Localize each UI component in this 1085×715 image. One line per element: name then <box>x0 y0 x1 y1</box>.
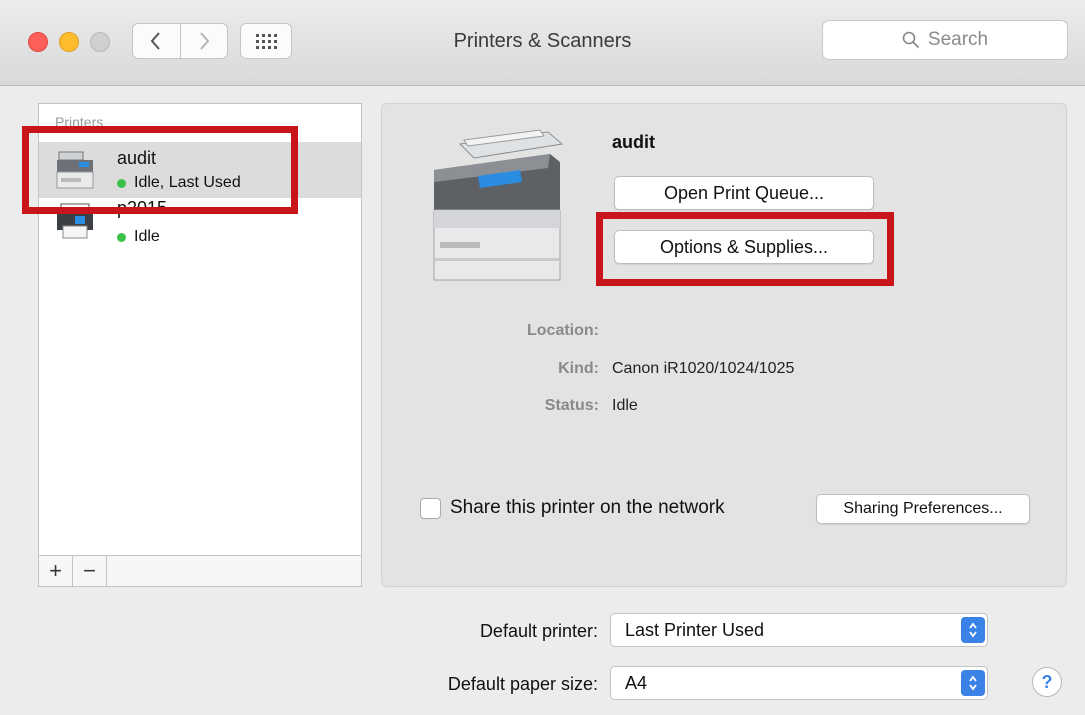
highlight-box-options <box>596 212 894 286</box>
sharing-preferences-button[interactable]: Sharing Preferences... <box>816 494 1030 524</box>
remove-printer-button[interactable]: − <box>73 556 107 586</box>
printer-list-footer: + − <box>38 555 362 587</box>
select-stepper-icon <box>961 670 985 696</box>
search-placeholder: Search <box>927 29 989 50</box>
default-printer-value: Last Printer Used <box>625 619 765 640</box>
selected-printer-name: audit <box>612 132 655 152</box>
default-paper-size-value: A4 <box>625 672 648 693</box>
printer-large-icon <box>433 129 564 281</box>
default-printer-select[interactable]: Last Printer Used <box>610 613 988 647</box>
share-printer-label: Share this printer on the network <box>450 497 725 518</box>
highlight-box-printer <box>22 126 298 214</box>
status-value: Idle <box>612 397 638 414</box>
search-icon <box>902 31 920 49</box>
add-printer-button[interactable]: + <box>39 556 73 586</box>
default-paper-size-label: Default paper size: <box>447 674 598 694</box>
status-dot-icon <box>117 232 126 242</box>
search-field[interactable]: Search <box>822 20 1068 60</box>
kind-value: Canon iR1020/1024/1025 <box>612 360 795 377</box>
status-label: Status: <box>544 397 599 414</box>
toolbar: Printers & Scanners Search <box>0 0 1085 86</box>
printer-status-text: Idle <box>134 228 160 245</box>
kind-label: Kind: <box>558 360 599 377</box>
open-print-queue-button[interactable]: Open Print Queue... <box>614 176 874 210</box>
share-printer-checkbox[interactable] <box>420 498 441 519</box>
printer-status: Idle <box>117 228 160 246</box>
default-printer-label: Default printer: <box>479 621 598 641</box>
location-label: Location: <box>527 322 599 339</box>
select-stepper-icon <box>961 617 985 643</box>
default-paper-size-select[interactable]: A4 <box>610 666 988 700</box>
help-button[interactable]: ? <box>1032 667 1062 697</box>
